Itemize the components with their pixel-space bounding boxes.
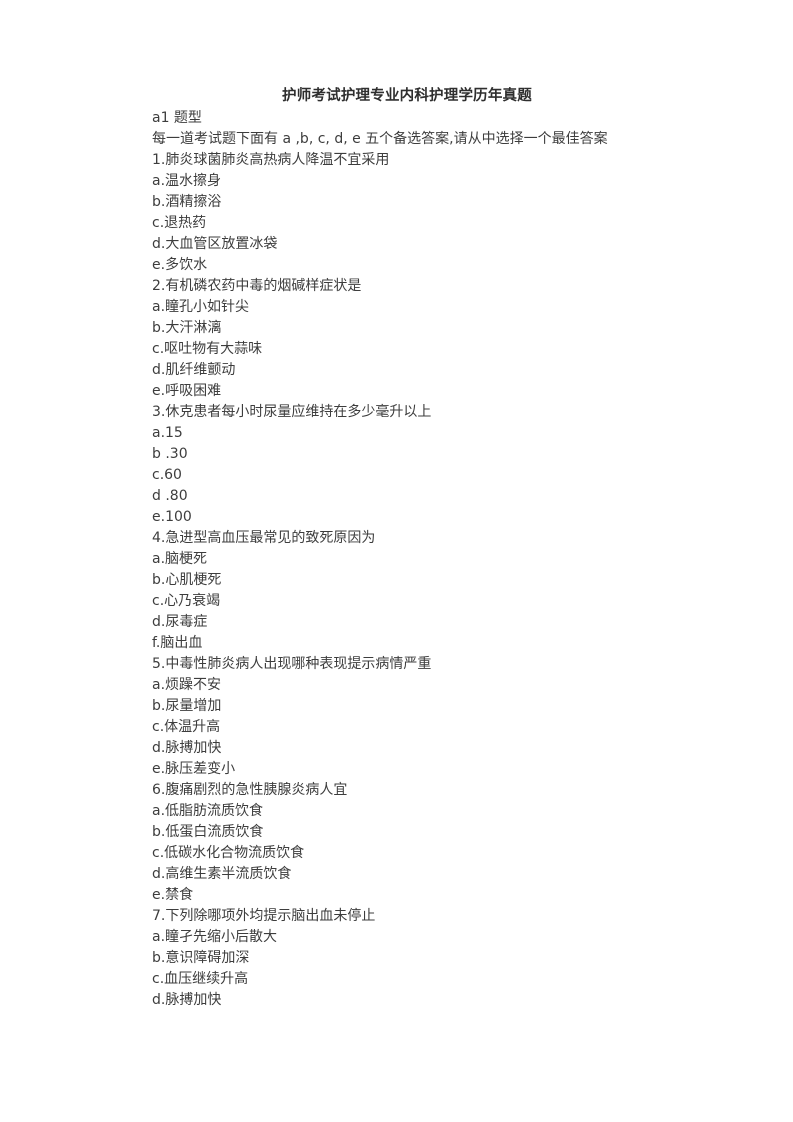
- option-line: b.大汗淋漓: [152, 320, 222, 336]
- question-stem: 2.有机磷农药中毒的烟碱样症状是: [152, 278, 362, 294]
- option-line: b.心肌梗死: [152, 572, 222, 588]
- option-line: c.60: [152, 467, 182, 483]
- option-line: e.多饮水: [152, 257, 208, 273]
- question-stem: 6.腹痛剧烈的急性胰腺炎病人宜: [152, 782, 348, 798]
- option-line: d .80: [152, 488, 188, 504]
- question-stem: 3.休克患者每小时尿量应维持在多少毫升以上: [152, 404, 432, 420]
- option-line: d.脉搏加快: [152, 992, 222, 1008]
- question-stem: 7.下列除哪项外均提示脑出血未停止: [152, 908, 376, 924]
- option-line: a.瞳孔小如针尖: [152, 299, 250, 315]
- option-line: e.脉压差变小: [152, 761, 236, 777]
- question-block: 4.急进型高血压最常见的致死原因为 a.脑梗死 b.心肌梗死 c.心乃衰竭 d.尿毒症 f…: [152, 528, 662, 654]
- option-line: a.15: [152, 425, 183, 441]
- option-line: f.脑出血: [152, 635, 203, 651]
- option-line: c.低碳水化合物流质饮食: [152, 845, 305, 861]
- question-stem: 5.中毒性肺炎病人出现哪种表现提示病情严重: [152, 656, 432, 672]
- question-stem: 1.肺炎球菌肺炎高热病人降温不宜采用: [152, 152, 390, 168]
- document-page: 护师考试护理专业内科护理学历年真题 a1 题型 每一道考试题下面有 a ,b, …: [0, 0, 793, 1122]
- option-line: b.酒精擦浴: [152, 194, 222, 210]
- option-line: b .30: [152, 446, 188, 462]
- option-line: d.肌纤维颤动: [152, 362, 236, 378]
- option-line: a.烦躁不安: [152, 677, 222, 693]
- option-line: a.温水擦身: [152, 173, 222, 189]
- question-stem: 4.急进型高血压最常见的致死原因为: [152, 530, 376, 546]
- option-line: a.瞳孑先缩小后散大: [152, 929, 278, 945]
- option-line: b.尿量增加: [152, 698, 222, 714]
- option-line: e.禁食: [152, 887, 194, 903]
- option-line: c.心乃衰竭: [152, 593, 221, 609]
- option-line: e.呼吸困难: [152, 383, 222, 399]
- option-line: c.退热药: [152, 215, 207, 231]
- question-block: 7.下列除哪项外均提示脑出血未停止 a.瞳孑先缩小后散大 b.意识障碍加深 c.血压继…: [152, 906, 662, 1011]
- document-body: 护师考试护理专业内科护理学历年真题 a1 题型 每一道考试题下面有 a ,b, …: [152, 86, 662, 1011]
- question-block: 6.腹痛剧烈的急性胰腺炎病人宜 a.低脂肪流质饮食 b.低蛋白流质饮食 c.低碳水化合…: [152, 780, 662, 906]
- option-line: b.意识障碍加深: [152, 950, 250, 966]
- option-line: d.脉搏加快: [152, 740, 222, 756]
- option-line: c.血压继续升高: [152, 971, 249, 987]
- option-line: d.高维生素半流质饮食: [152, 866, 292, 882]
- instruction-text: 每一道考试题下面有 a ,b, c, d, e 五个备选答案,请从中选择一个最佳…: [152, 131, 608, 147]
- option-line: b.低蛋白流质饮食: [152, 824, 264, 840]
- option-line: c.体温升高: [152, 719, 221, 735]
- option-line: d.大血管区放置冰袋: [152, 236, 278, 252]
- question-block: 5.中毒性肺炎病人出现哪种表现提示病情严重 a.烦躁不安 b.尿量增加 c.体温升高 d…: [152, 654, 662, 780]
- option-line: a.低脂肪流质饮食: [152, 803, 264, 819]
- option-line: a.脑梗死: [152, 551, 208, 567]
- option-line: c.呕吐物有大蒜味: [152, 341, 263, 357]
- question-block: 2.有机磷农药中毒的烟碱样症状是 a.瞳孔小如针尖 b.大汗淋漓 c.呕吐物有大蒜味 d…: [152, 276, 662, 402]
- question-list: 1.肺炎球菌肺炎高热病人降温不宜采用 a.温水擦身 b.酒精擦浴 c.退热药 d.大血管…: [152, 150, 662, 1011]
- option-line: d.尿毒症: [152, 614, 208, 630]
- question-block: 3.休克患者每小时尿量应维持在多少毫升以上 a.15 b .30 c.60 d .80 e…: [152, 402, 662, 528]
- page-title: 护师考试护理专业内科护理学历年真题: [282, 88, 532, 104]
- question-block: 1.肺炎球菌肺炎高热病人降温不宜采用 a.温水擦身 b.酒精擦浴 c.退热药 d.大血管…: [152, 150, 662, 276]
- section-label: a1 题型: [152, 110, 202, 126]
- option-line: e.100: [152, 509, 192, 525]
